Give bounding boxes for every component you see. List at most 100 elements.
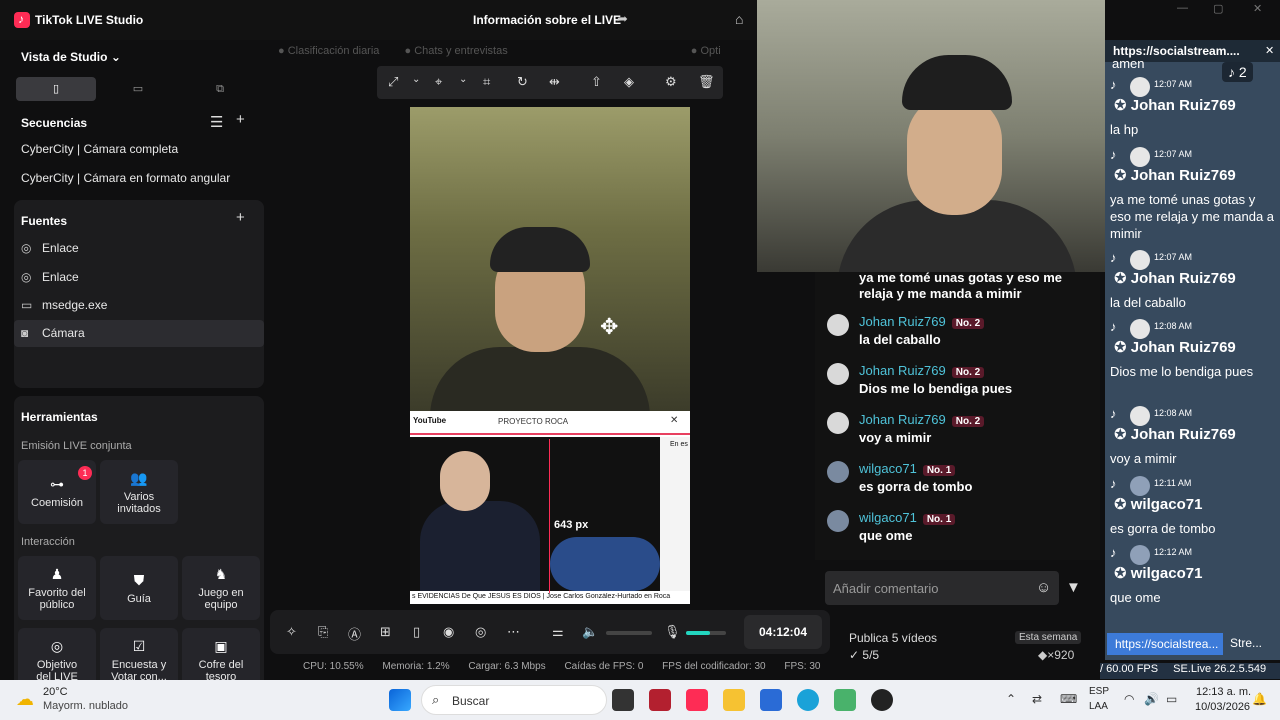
- fan-favorite-button[interactable]: ♟ Favorito del público: [18, 556, 96, 620]
- list-icon[interactable]: ☰: [210, 113, 223, 131]
- more-icon[interactable]: ⋯: [507, 624, 520, 640]
- chat-username[interactable]: Johan Ruiz769 No. 2: [859, 363, 985, 378]
- phone-icon[interactable]: ▯: [413, 624, 420, 640]
- settings-icon[interactable]: ⚙: [665, 74, 677, 90]
- sliders-icon[interactable]: ⚌: [552, 624, 564, 640]
- ai-icon[interactable]: Ⓐ: [348, 624, 361, 643]
- wifi-icon[interactable]: ◠: [1124, 692, 1134, 706]
- avatar[interactable]: [827, 510, 849, 532]
- keyboard-layout[interactable]: LAA: [1089, 701, 1108, 712]
- notification-bell-icon[interactable]: 🔔: [1252, 692, 1267, 706]
- tab-chats[interactable]: ● Chats y entrevistas: [404, 45, 507, 57]
- fit-icon[interactable]: ⤢: [388, 74, 398, 90]
- app-icon[interactable]: [834, 689, 856, 711]
- guide-button[interactable]: ⛊ Guía: [100, 556, 178, 620]
- trash-icon[interactable]: 🗑: [698, 74, 715, 90]
- chevron-down-icon[interactable]: ⌄: [412, 74, 420, 85]
- portrait-layout-button[interactable]: ▯: [16, 77, 96, 101]
- bring-forward-icon[interactable]: ⇧: [591, 74, 602, 90]
- speaker-icon[interactable]: 🔈: [582, 624, 598, 640]
- multi-guest-button[interactable]: 👥 Varios invitados: [100, 460, 178, 524]
- edge-icon[interactable]: [797, 689, 819, 711]
- filter-icon[interactable]: ▼: [1066, 579, 1081, 596]
- close-icon[interactable]: ✕: [1265, 44, 1274, 57]
- emoji-icon[interactable]: ☺: [1036, 579, 1051, 596]
- minimize-icon[interactable]: —: [1177, 2, 1188, 14]
- chevron-down-icon[interactable]: ⌄: [459, 74, 467, 85]
- weather-icon[interactable]: ☁: [16, 689, 34, 710]
- tools-header: Herramientas: [21, 410, 98, 424]
- magic-icon[interactable]: ✧: [286, 624, 297, 640]
- live-info-title[interactable]: Información sobre el LIVE: [473, 13, 621, 27]
- add-sequence-icon[interactable]: +: [236, 111, 245, 128]
- obs-icon[interactable]: [871, 689, 893, 711]
- volume-icon[interactable]: 🔊: [1144, 692, 1159, 706]
- tab-options[interactable]: ● Opti: [691, 45, 721, 57]
- team-game-button[interactable]: ♞ Juego en equipo: [182, 556, 260, 620]
- avatar[interactable]: [827, 314, 849, 336]
- chat-username[interactable]: Johan Ruiz769 No. 2: [859, 314, 985, 329]
- keyboard-icon[interactable]: ⌨: [1060, 692, 1077, 706]
- tiktok-app-icon[interactable]: [686, 689, 708, 711]
- mic-icon[interactable]: 🎙: [664, 624, 681, 640]
- chat-username[interactable]: wilgaco71 No. 1: [859, 510, 956, 525]
- record-icon[interactable]: ◉: [443, 624, 454, 640]
- tab-daily-ranking[interactable]: ● Clasificación diaria: [278, 45, 379, 57]
- store-icon[interactable]: [760, 689, 782, 711]
- source-item[interactable]: ▭ msedge.exe: [21, 298, 107, 312]
- network-tray-icon[interactable]: ⇄: [1032, 692, 1042, 706]
- camera-toggle-icon[interactable]: ◎: [475, 624, 486, 640]
- publish-goal[interactable]: Publica 5 vídeos ✓ 5/5 Esta semana ◆×920: [838, 625, 1093, 670]
- align-icon[interactable]: ⌖: [435, 74, 442, 90]
- share-icon[interactable]: ➦: [617, 11, 628, 27]
- source-item[interactable]: ◎ Enlace: [21, 270, 79, 284]
- windows-start-icon[interactable]: [389, 689, 411, 711]
- flip-icon[interactable]: ⇹: [549, 74, 560, 90]
- volume-slider[interactable]: [606, 631, 652, 635]
- sequence-item[interactable]: CyberCity | Cámara completa: [21, 142, 178, 156]
- message-text: que ome: [1110, 590, 1161, 605]
- home-icon[interactable]: ⌂: [735, 11, 743, 27]
- crop-icon[interactable]: ⌗: [483, 74, 490, 90]
- app-icon[interactable]: [649, 689, 671, 711]
- fps-stat: FPS: 30: [784, 661, 821, 672]
- clock-time[interactable]: 12:13 a. m.: [1196, 686, 1251, 698]
- app-title: TikTok LIVE Studio: [35, 13, 144, 27]
- studio-view-header[interactable]: Vista de Studio ⌄: [21, 50, 121, 64]
- chat-username[interactable]: wilgaco71 No. 1: [859, 461, 956, 476]
- clock-date[interactable]: 10/03/2026: [1195, 701, 1250, 713]
- close-icon[interactable]: ✕: [1253, 2, 1262, 15]
- avatar[interactable]: [827, 461, 849, 483]
- dual-layout-button[interactable]: ⧉: [180, 77, 260, 101]
- battery-icon[interactable]: ▭: [1166, 692, 1177, 706]
- chevron-up-icon[interactable]: ⌃: [1006, 692, 1016, 706]
- rotate-icon[interactable]: ↻: [517, 74, 528, 90]
- social-tab[interactable]: Stre...: [1230, 636, 1262, 650]
- avatar[interactable]: [827, 412, 849, 434]
- language-code[interactable]: ESP: [1089, 686, 1109, 697]
- person-cap: [902, 55, 1012, 110]
- effects-icon[interactable]: ⊞: [380, 624, 391, 640]
- message-time: 12:11 AM: [1154, 478, 1192, 488]
- social-tab-active[interactable]: https://socialstrea...: [1107, 633, 1223, 655]
- file-explorer-icon[interactable]: [723, 689, 745, 711]
- preview-canvas[interactable]: YouTube PROYECTO ROCA ✕ 643 px En es s E…: [410, 107, 690, 604]
- avatar[interactable]: [827, 363, 849, 385]
- sequence-item[interactable]: CyberCity | Cámara en formato angular: [21, 171, 230, 185]
- mic-slider[interactable]: [686, 631, 726, 635]
- comment-input[interactable]: Añadir comentario ☺: [825, 571, 1059, 605]
- source-item[interactable]: ◙ Cámara: [21, 326, 85, 340]
- chat-username[interactable]: Johan Ruiz769 No. 2: [859, 412, 985, 427]
- task-view-icon[interactable]: [612, 689, 634, 711]
- weather-temperature[interactable]: 20°C: [43, 686, 68, 698]
- layers-icon[interactable]: ◈: [624, 74, 634, 90]
- search-placeholder: Buscar: [452, 694, 490, 708]
- source-item[interactable]: ◎ Enlace: [21, 241, 79, 255]
- landscape-layout-button[interactable]: ▭: [98, 77, 178, 101]
- maximize-icon[interactable]: ▢: [1213, 2, 1223, 15]
- add-source-icon[interactable]: +: [236, 209, 245, 226]
- taskbar-search[interactable]: ⌕ Buscar: [421, 685, 607, 715]
- cpu-stat: CPU: 10.55%: [303, 661, 364, 672]
- weather-description[interactable]: Mayorm. nublado: [43, 700, 128, 712]
- media-icon[interactable]: ⎘: [318, 624, 328, 640]
